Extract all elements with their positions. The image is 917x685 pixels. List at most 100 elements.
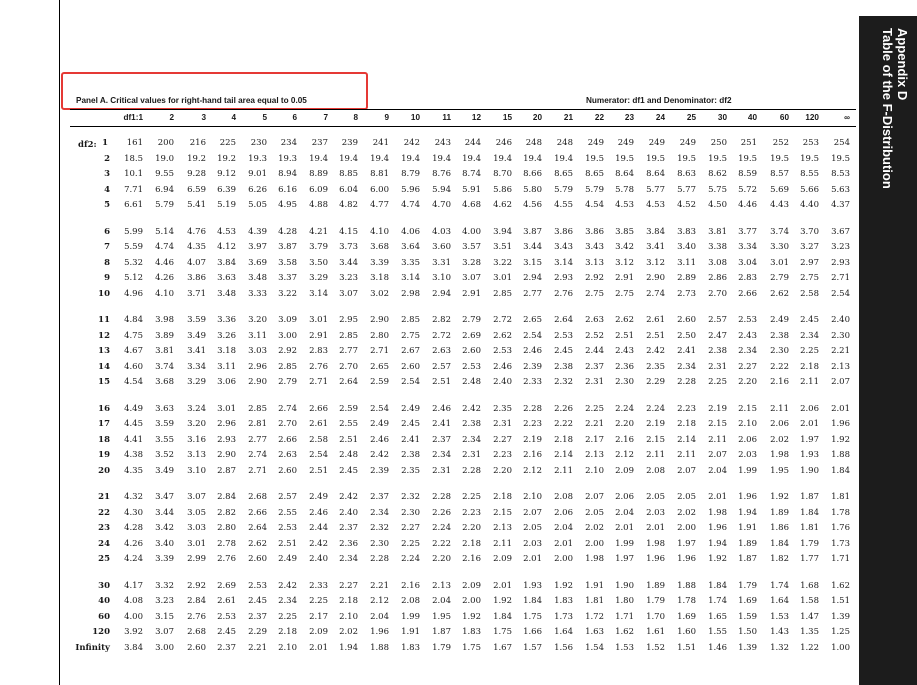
row-label: 30 [98,580,110,591]
table-cell: 19.5 [831,153,850,164]
table-cell: 3.42 [155,523,174,534]
table-cell: 2.83 [738,273,757,284]
table-cell: 5.63 [831,184,850,195]
table-cell: 1.62 [831,580,850,591]
row-label: 10 [98,288,110,299]
table-cell: 3.39 [155,554,174,565]
row-label: 120 [92,627,110,638]
table-cell: 4.37 [831,200,850,211]
row-label: 21 [98,492,110,502]
table-cell: 1.92 [831,434,850,445]
table-cell: 2.20 [738,377,757,388]
row-label: Infinity [75,642,110,653]
table-cell: 3.34 [738,242,757,253]
table-cell: 3.74 [155,361,174,372]
row-label: 2 [104,153,110,164]
table-cell: 3.40 [155,538,174,549]
column-header: 40 [747,113,757,122]
table-cell: 2.66 [738,288,757,299]
table-cell: 2.03 [738,450,757,461]
table-cell: 4.26 [155,273,174,284]
table-cell: 4.10 [155,288,174,299]
table-cell: 3.67 [831,226,850,237]
table-cell: 3.68 [155,377,174,388]
table-cell: 1.84 [831,465,850,476]
table-cell: 3.63 [155,403,174,414]
table-cell: 1.99 [738,465,757,476]
table-cell: 1.59 [738,611,757,622]
table-cell: 1.96 [738,492,757,502]
table-cell: 1.78 [831,507,850,518]
table-cell: 4.46 [155,257,174,268]
row-label: 15 [98,377,110,388]
table-cell: 2.27 [738,361,757,372]
row-label: 18 [98,434,110,445]
table-cell: 1.81 [831,492,850,502]
table-cell: 200 [157,138,174,148]
table-cell: 2.40 [831,315,850,325]
table-cell: 2.13 [831,361,850,372]
table-cell: 2.10 [738,419,757,430]
numerator-label: Numerator: df1 and Denominator: df2 [586,96,732,105]
row-label: 22 [98,507,110,518]
row-label: 1 [102,138,108,148]
table-cell: 1.91 [738,523,757,534]
table-cell: 1.76 [831,523,850,534]
table-cell: 5.14 [155,226,174,237]
table-cell: 5.79 [155,200,174,211]
appendix-title: Table of the F-Distribution [880,28,895,189]
table-cell: 1.00 [831,642,850,653]
row-label: 24 [98,538,110,549]
table-cell: 3.77 [738,226,757,237]
table-cell: 254 [833,138,850,148]
table-cell: 9.55 [155,169,174,180]
table-cell: 5.72 [738,184,757,195]
row-label: 13 [98,346,110,357]
table-cell: 2.06 [738,434,757,445]
table-cell: 3.47 [155,492,174,502]
table-cell: 2.93 [831,257,850,268]
panel-title: Panel A. Critical values for right-hand … [76,96,307,105]
table-cell: 1.39 [831,611,850,622]
table-cell: 1.79 [738,580,757,591]
table-cell: 6.94 [155,184,174,195]
table-header-rule [70,126,856,127]
row-label: 16 [98,403,110,414]
table-cell: 1.96 [831,419,850,430]
row-label: 12 [98,330,110,341]
table-cell: 2.53 [738,315,757,325]
table-cell: 1.73 [831,538,850,549]
table-cell: 3.98 [155,315,174,325]
row-label: 40 [98,596,110,607]
table-cell: 1.69 [738,596,757,607]
table-cell: 1.87 [738,554,757,565]
row-label: 17 [98,419,110,430]
row-label: 19 [98,450,110,461]
table-cell: 1.71 [831,554,850,565]
sidebar-text: Appendix D Table of the F-Distribution [859,26,917,216]
table-cell: 3.15 [155,611,174,622]
table-cell: 2.43 [738,330,757,341]
row-label: 7 [104,242,110,253]
table-cell: 4.74 [155,242,174,253]
table-cell: 2.34 [738,346,757,357]
table-cell: 1.94 [738,507,757,518]
row-label: 4 [104,184,110,195]
table-cell: 3.49 [155,465,174,476]
table-cell: 2.54 [831,288,850,299]
table-cell: 3.89 [155,330,174,341]
table-cell: 3.55 [155,434,174,445]
row-label: 25 [98,554,110,565]
table-cell: 2.30 [831,330,850,341]
table-cell: 251 [740,138,757,148]
table-cell: 3.00 [155,642,174,653]
table-cell: 1.50 [738,627,757,638]
table-cell: 3.44 [155,507,174,518]
row-label: 14 [98,361,110,372]
table-cell: 3.81 [155,346,174,357]
row-label: 20 [98,465,110,476]
table-cell: 3.59 [155,419,174,430]
row-label: 6 [104,226,110,237]
row-label: 60 [98,611,110,622]
table-cell: 2.15 [738,403,757,414]
